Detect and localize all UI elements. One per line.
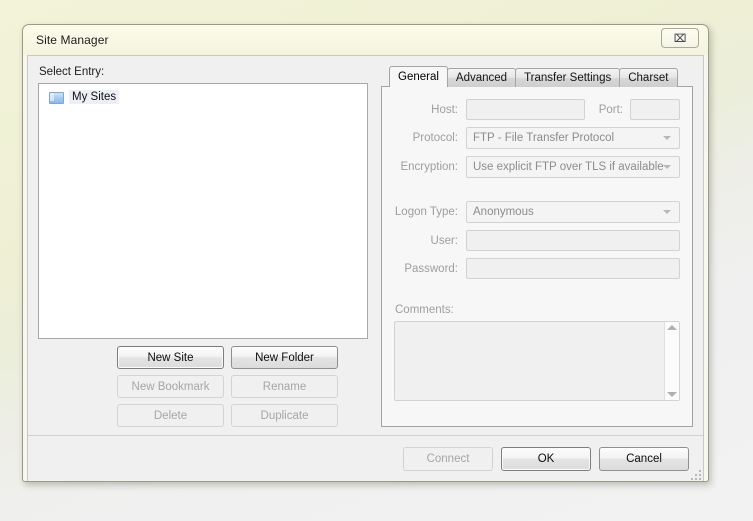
protocol-row: Protocol: FTP - File Transfer Protocol [394, 127, 680, 149]
new-folder-button[interactable]: New Folder [231, 346, 338, 369]
entry-action-buttons: New Site New Folder New Bookmark Rename … [38, 346, 368, 427]
port-label: Port: [598, 103, 623, 116]
form-spacer [394, 185, 680, 201]
password-input[interactable] [466, 258, 680, 279]
comments-scrollbar[interactable] [664, 322, 679, 400]
password-label: Password: [404, 262, 458, 275]
scroll-up-icon[interactable] [667, 325, 677, 330]
site-manager-dialog: Site Manager ⌧ Select Entry: My Sites Ne… [22, 24, 709, 482]
comments-label: Comments: [395, 304, 454, 316]
host-input[interactable] [466, 99, 585, 120]
logon-type-row: Logon Type: Anonymous [394, 201, 680, 223]
encryption-row: Encryption: Use explicit FTP over TLS if… [394, 156, 680, 178]
content-area: Select Entry: My Sites New Site New Fold… [28, 56, 703, 427]
chevron-down-icon [663, 210, 671, 214]
cancel-button[interactable]: Cancel [599, 447, 689, 471]
dialog-footer: Connect OK Cancel [28, 435, 703, 481]
comments-text[interactable] [395, 322, 664, 400]
tab-general[interactable]: General [389, 66, 448, 87]
comments-spacer [394, 286, 680, 302]
folder-icon [49, 91, 64, 104]
right-panel: General Advanced Transfer Settings Chars… [381, 66, 693, 427]
select-entry-label: Select Entry: [39, 66, 105, 78]
logon-type-label: Logon Type: [394, 206, 458, 218]
chevron-down-icon [663, 165, 671, 169]
encryption-select[interactable]: Use explicit FTP over TLS if available [466, 156, 680, 178]
chevron-down-icon [663, 136, 671, 140]
tab-transfer-settings[interactable]: Transfer Settings [515, 68, 621, 87]
host-row: Host: Port: [394, 99, 680, 120]
tab-advanced[interactable]: Advanced [446, 68, 517, 87]
tab-charset[interactable]: Charset [619, 68, 678, 87]
encryption-label: Encryption: [400, 161, 458, 173]
new-bookmark-button: New Bookmark [117, 375, 224, 398]
tree-item-label: My Sites [69, 90, 120, 104]
window-body: Select Entry: My Sites New Site New Fold… [27, 55, 704, 481]
scroll-down-icon[interactable] [667, 392, 677, 397]
user-input[interactable] [466, 230, 680, 251]
delete-button: Delete [117, 404, 224, 427]
resize-grip[interactable] [691, 470, 701, 480]
new-site-button[interactable]: New Site [117, 346, 224, 369]
tab-bar: General Advanced Transfer Settings Chars… [381, 66, 693, 87]
general-tab-panel: Host: Port: Protocol: FTP - File Transfe… [381, 86, 693, 427]
user-row: User: [394, 230, 680, 251]
protocol-label: Protocol: [412, 132, 458, 144]
protocol-value: FTP - File Transfer Protocol [473, 132, 615, 144]
tree-item-my-sites[interactable]: My Sites [41, 88, 365, 106]
logon-type-select[interactable]: Anonymous [466, 201, 680, 223]
host-label: Host: [431, 103, 458, 116]
port-input[interactable] [630, 99, 680, 120]
ok-button[interactable]: OK [501, 447, 591, 471]
window-title: Site Manager [36, 33, 109, 47]
protocol-select[interactable]: FTP - File Transfer Protocol [466, 127, 680, 149]
close-icon: ⌧ [673, 31, 687, 45]
logon-type-value: Anonymous [473, 206, 534, 218]
rename-button: Rename [231, 375, 338, 398]
duplicate-button: Duplicate [231, 404, 338, 427]
password-row: Password: [394, 258, 680, 279]
title-bar[interactable]: Site Manager ⌧ [23, 25, 708, 55]
user-label: User: [430, 234, 458, 247]
comments-textarea[interactable] [394, 321, 680, 401]
encryption-value: Use explicit FTP over TLS if available [473, 161, 664, 173]
connect-button: Connect [403, 447, 493, 471]
site-tree[interactable]: My Sites [38, 83, 368, 339]
left-panel: Select Entry: My Sites New Site New Fold… [38, 66, 368, 427]
close-button[interactable]: ⌧ [661, 28, 699, 48]
